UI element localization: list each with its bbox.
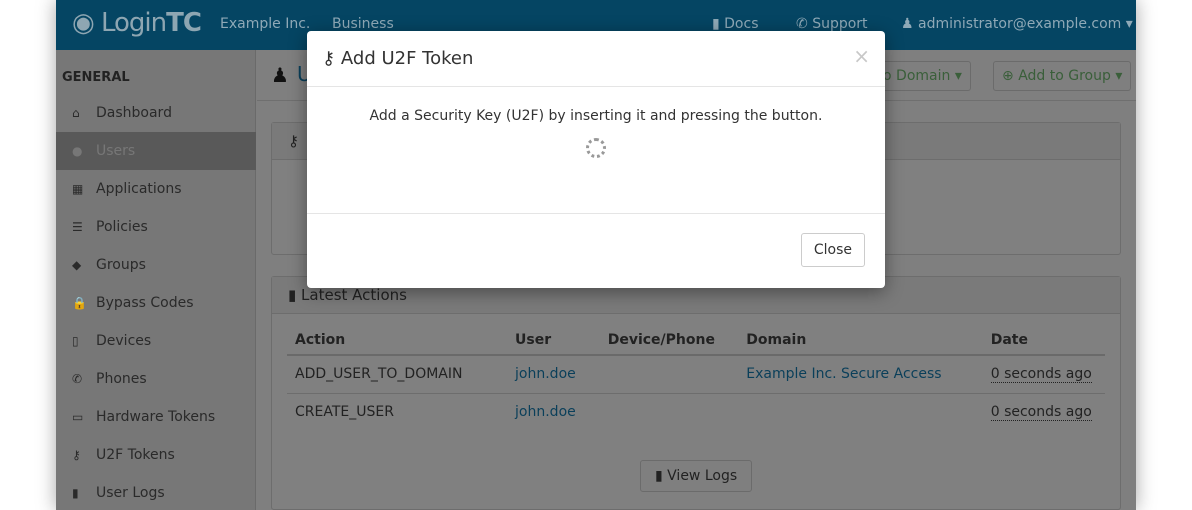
grid-icon: ▦ (72, 182, 84, 196)
table-row: ADD_USER_TO_DOMAIN john.doe Example Inc. S… (287, 355, 1105, 394)
mobile-icon: ▯ (72, 334, 79, 348)
column-header: User (507, 325, 600, 356)
panel-title: Latest Actions (301, 286, 407, 304)
sidebar-item-bypass-codes[interactable]: 🔒 Bypass Codes (56, 286, 256, 320)
key-icon: ⚷ (288, 132, 299, 150)
nav-plan[interactable]: Business (332, 16, 394, 32)
sidebar-item-label: Hardware Tokens (96, 409, 216, 425)
book-icon: ▮ (72, 486, 79, 500)
sidebar-item-u2f-tokens[interactable]: ⚷ U2F Tokens (56, 438, 256, 472)
nav-support[interactable]: ✆ Support (796, 16, 868, 32)
key-icon: ⚷ (322, 48, 341, 69)
sidebar-item-label: Dashboard (96, 105, 172, 121)
column-header: Action (287, 325, 508, 356)
sidebar-item-label: Applications (96, 181, 182, 197)
user-link[interactable]: john.doe (515, 404, 576, 420)
action-cell: ADD_USER_TO_DOMAIN (295, 366, 463, 383)
nav-docs[interactable]: ▮ Docs (712, 16, 759, 32)
sidebar-item-label: Users (96, 143, 136, 159)
date-cell: 0 seconds ago (990, 366, 1092, 384)
sidebar-item-policies[interactable]: ☰ Policies (56, 210, 256, 244)
phone-icon: ✆ (72, 372, 83, 386)
close-button[interactable]: Close (800, 233, 865, 267)
close-icon[interactable]: × (853, 44, 870, 68)
view-logs-button[interactable]: ▮ View Logs (640, 460, 753, 492)
domain-link[interactable]: Example Inc. Secure Access (746, 366, 941, 382)
list-icon: ☰ (72, 220, 83, 234)
key-icon: ⚷ (72, 448, 81, 462)
table-row: CREATE_USER john.doe 0 seconds ago (287, 393, 1105, 431)
sidebar-item-label: Groups (96, 257, 146, 273)
book-icon: ▮ (655, 468, 668, 484)
column-header: Domain (738, 325, 983, 356)
group-icon: ◆ (72, 258, 82, 272)
sidebar-item-hardware-tokens[interactable]: ▭ Hardware Tokens (56, 400, 256, 434)
column-header: Device/Phone (599, 325, 739, 356)
sidebar-item-users[interactable]: ● Users (56, 132, 256, 170)
logo[interactable]: ◉ LoginTC (72, 8, 202, 38)
book-icon: ▮ (712, 16, 725, 32)
sidebar-item-label: Bypass Codes (96, 295, 194, 311)
phone-icon: ✆ (796, 16, 813, 32)
sidebar-item-groups[interactable]: ◆ Groups (56, 248, 256, 282)
spinner-icon (586, 138, 606, 158)
modal-message: Add a Security Key (U2F) by inserting it… (369, 108, 823, 124)
sidebar-item-dashboard[interactable]: ⌂ Dashboard (56, 96, 256, 130)
book-icon: ▮ (288, 286, 302, 304)
user-menu[interactable]: ♟ administrator@example.com ▾ (901, 16, 1133, 32)
home-icon: ⌂ (72, 106, 80, 120)
add-to-group-button[interactable]: ⊕ Add to Group ▾ (993, 61, 1132, 91)
nav-org[interactable]: Example Inc. (220, 16, 310, 32)
sidebar-item-label: Devices (96, 333, 152, 349)
user-icon: ♟ (271, 63, 289, 87)
add-u2f-token-modal: ⚷ Add U2F Token × Add a Security Key (U2… (307, 31, 885, 288)
column-header: Date (982, 325, 1105, 356)
user-link[interactable]: john.doe (515, 366, 576, 382)
lock-icon: 🔒 (72, 296, 87, 310)
sidebar-item-applications[interactable]: ▦ Applications (56, 172, 256, 206)
date-cell: 0 seconds ago (990, 404, 1092, 422)
sidebar-item-label: Policies (96, 219, 148, 235)
sidebar: GENERAL ⌂ Dashboard ● Users ▦ Applications ☰ Po… (56, 50, 256, 510)
user-icon: ♟ (901, 16, 919, 32)
caret-down-icon: ▾ (1121, 16, 1133, 32)
hdd-icon: ▭ (72, 410, 84, 424)
sidebar-item-label: U2F Tokens (96, 447, 175, 463)
sidebar-item-devices[interactable]: ▯ Devices (56, 324, 256, 358)
sidebar-item-label: User Logs (96, 485, 165, 501)
plus-circle-icon: ⊕ (1002, 68, 1019, 84)
sidebar-item-phones[interactable]: ✆ Phones (56, 362, 256, 396)
modal-title: Add U2F Token (340, 48, 474, 69)
action-cell: CREATE_USER (295, 404, 394, 421)
sidebar-section-title: GENERAL (62, 70, 130, 85)
sidebar-item-label: Phones (96, 371, 147, 387)
latest-actions-panel: ▮ Latest Actions Action User Device/Phone D… (271, 276, 1121, 510)
user-icon: ● (72, 144, 83, 158)
sidebar-item-user-logs[interactable]: ▮ User Logs (56, 476, 256, 510)
actions-table: Action User Device/Phone Domain Date ADD_USE… (287, 325, 1105, 431)
